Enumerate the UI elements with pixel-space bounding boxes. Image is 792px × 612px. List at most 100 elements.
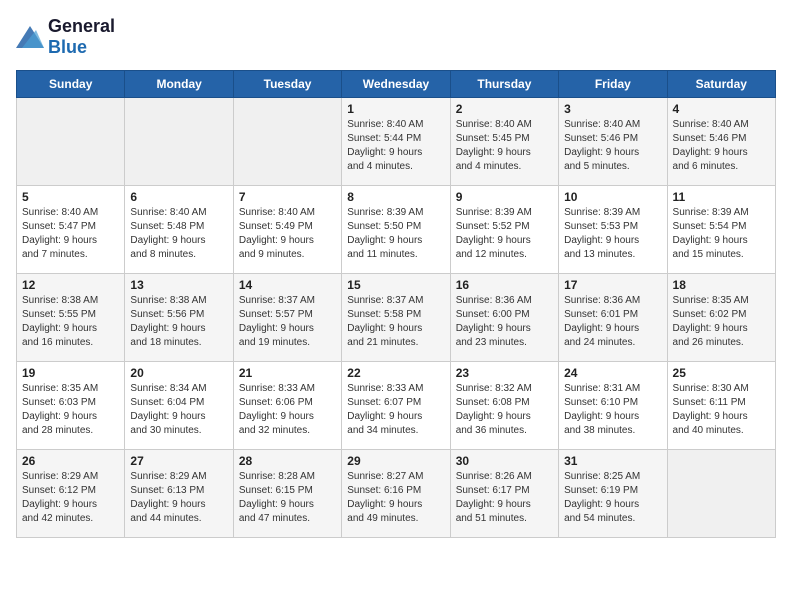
day-number: 27 <box>130 454 227 468</box>
calendar-day-cell: 26 Sunrise: 8:29 AM Sunset: 6:12 PM Dayli… <box>17 450 125 538</box>
weekday-header: Wednesday <box>342 71 450 98</box>
day-info: Sunrise: 8:30 AM Sunset: 6:11 PM Dayligh… <box>673 382 770 438</box>
weekday-header: Friday <box>559 71 667 98</box>
page-header: General Blue <box>16 16 776 58</box>
day-number: 2 <box>456 102 553 116</box>
calendar-day-cell: 3 Sunrise: 8:40 AM Sunset: 5:46 PM Daylig… <box>559 98 667 186</box>
calendar-day-cell: 13 Sunrise: 8:38 AM Sunset: 5:56 PM Dayli… <box>125 274 233 362</box>
day-number: 20 <box>130 366 227 380</box>
calendar-week-row: 19 Sunrise: 8:35 AM Sunset: 6:03 PM Dayli… <box>17 362 776 450</box>
calendar-day-cell: 10 Sunrise: 8:39 AM Sunset: 5:53 PM Dayli… <box>559 186 667 274</box>
calendar-day-cell <box>667 450 775 538</box>
day-number: 23 <box>456 366 553 380</box>
weekday-header: Thursday <box>450 71 558 98</box>
logo: General Blue <box>16 16 115 58</box>
day-number: 13 <box>130 278 227 292</box>
calendar-day-cell: 27Sunrise: 8:29 AM Sunset: 6:13 PM Dayli… <box>125 450 233 538</box>
weekday-header: Sunday <box>17 71 125 98</box>
day-number: 10 <box>564 190 661 204</box>
day-number: 26 <box>22 454 119 468</box>
calendar-day-cell <box>17 98 125 186</box>
day-info: Sunrise: 8:35 AM Sunset: 6:02 PM Dayligh… <box>673 294 770 350</box>
calendar-day-cell: 14 Sunrise: 8:37 AM Sunset: 5:57 PM Dayli… <box>233 274 341 362</box>
day-number: 30 <box>456 454 553 468</box>
day-info: Sunrise: 8:28 AM Sunset: 6:15 PM Dayligh… <box>239 470 336 526</box>
calendar-day-cell: 11Sunrise: 8:39 AM Sunset: 5:54 PM Dayli… <box>667 186 775 274</box>
day-info: Sunrise: 8:37 AM Sunset: 5:58 PM Dayligh… <box>347 294 444 350</box>
calendar-day-cell: 6Sunrise: 8:40 AM Sunset: 5:48 PM Daylig… <box>125 186 233 274</box>
day-info: Sunrise: 8:35 AM Sunset: 6:03 PM Dayligh… <box>22 382 119 438</box>
calendar-day-cell: 25 Sunrise: 8:30 AM Sunset: 6:11 PM Dayli… <box>667 362 775 450</box>
day-number: 21 <box>239 366 336 380</box>
day-number: 11 <box>673 190 770 204</box>
day-number: 19 <box>22 366 119 380</box>
calendar-day-cell: 30 Sunrise: 8:26 AM Sunset: 6:17 PM Dayli… <box>450 450 558 538</box>
day-info: Sunrise: 8:40 AM Sunset: 5:49 PM Dayligh… <box>239 206 336 262</box>
calendar-day-cell: 1 Sunrise: 8:40 AM Sunset: 5:44 PM Daylig… <box>342 98 450 186</box>
day-info: Sunrise: 8:38 AM Sunset: 5:55 PM Dayligh… <box>22 294 119 350</box>
day-info: Sunrise: 8:34 AM Sunset: 6:04 PM Dayligh… <box>130 382 227 438</box>
calendar-day-cell: 20 Sunrise: 8:34 AM Sunset: 6:04 PM Dayli… <box>125 362 233 450</box>
calendar-day-cell: 22 Sunrise: 8:33 AM Sunset: 6:07 PM Dayli… <box>342 362 450 450</box>
day-number: 1 <box>347 102 444 116</box>
day-number: 28 <box>239 454 336 468</box>
calendar-day-cell: 28 Sunrise: 8:28 AM Sunset: 6:15 PM Dayli… <box>233 450 341 538</box>
calendar-week-row: 1 Sunrise: 8:40 AM Sunset: 5:44 PM Daylig… <box>17 98 776 186</box>
calendar-day-cell: 5Sunrise: 8:40 AM Sunset: 5:47 PM Daylig… <box>17 186 125 274</box>
day-info: Sunrise: 8:38 AM Sunset: 5:56 PM Dayligh… <box>130 294 227 350</box>
day-number: 3 <box>564 102 661 116</box>
day-number: 24 <box>564 366 661 380</box>
day-number: 18 <box>673 278 770 292</box>
day-number: 12 <box>22 278 119 292</box>
calendar-day-cell: 7 Sunrise: 8:40 AM Sunset: 5:49 PM Daylig… <box>233 186 341 274</box>
weekday-row: SundayMondayTuesdayWednesdayThursdayFrid… <box>17 71 776 98</box>
weekday-header: Tuesday <box>233 71 341 98</box>
calendar-day-cell: 18 Sunrise: 8:35 AM Sunset: 6:02 PM Dayli… <box>667 274 775 362</box>
calendar-week-row: 12 Sunrise: 8:38 AM Sunset: 5:55 PM Dayli… <box>17 274 776 362</box>
calendar-day-cell: 24Sunrise: 8:31 AM Sunset: 6:10 PM Dayli… <box>559 362 667 450</box>
calendar-day-cell: 21 Sunrise: 8:33 AM Sunset: 6:06 PM Dayli… <box>233 362 341 450</box>
day-number: 22 <box>347 366 444 380</box>
day-number: 15 <box>347 278 444 292</box>
logo-blue: Blue <box>48 37 87 57</box>
day-info: Sunrise: 8:26 AM Sunset: 6:17 PM Dayligh… <box>456 470 553 526</box>
day-number: 25 <box>673 366 770 380</box>
day-info: Sunrise: 8:40 AM Sunset: 5:46 PM Dayligh… <box>673 118 770 174</box>
calendar-day-cell: 23Sunrise: 8:32 AM Sunset: 6:08 PM Dayli… <box>450 362 558 450</box>
day-number: 29 <box>347 454 444 468</box>
calendar-day-cell <box>233 98 341 186</box>
day-info: Sunrise: 8:39 AM Sunset: 5:50 PM Dayligh… <box>347 206 444 262</box>
calendar-day-cell: 29 Sunrise: 8:27 AM Sunset: 6:16 PM Dayli… <box>342 450 450 538</box>
day-info: Sunrise: 8:39 AM Sunset: 5:52 PM Dayligh… <box>456 206 553 262</box>
day-number: 5 <box>22 190 119 204</box>
day-info: Sunrise: 8:33 AM Sunset: 6:06 PM Dayligh… <box>239 382 336 438</box>
day-number: 16 <box>456 278 553 292</box>
day-number: 7 <box>239 190 336 204</box>
calendar-week-row: 5Sunrise: 8:40 AM Sunset: 5:47 PM Daylig… <box>17 186 776 274</box>
calendar-day-cell: 19 Sunrise: 8:35 AM Sunset: 6:03 PM Dayli… <box>17 362 125 450</box>
day-number: 8 <box>347 190 444 204</box>
day-info: Sunrise: 8:40 AM Sunset: 5:45 PM Dayligh… <box>456 118 553 174</box>
day-number: 6 <box>130 190 227 204</box>
day-number: 14 <box>239 278 336 292</box>
day-info: Sunrise: 8:40 AM Sunset: 5:46 PM Dayligh… <box>564 118 661 174</box>
day-info: Sunrise: 8:37 AM Sunset: 5:57 PM Dayligh… <box>239 294 336 350</box>
day-number: 31 <box>564 454 661 468</box>
calendar-day-cell: 17Sunrise: 8:36 AM Sunset: 6:01 PM Dayli… <box>559 274 667 362</box>
calendar-day-cell <box>125 98 233 186</box>
calendar-day-cell: 2 Sunrise: 8:40 AM Sunset: 5:45 PM Daylig… <box>450 98 558 186</box>
calendar-day-cell: 12 Sunrise: 8:38 AM Sunset: 5:55 PM Dayli… <box>17 274 125 362</box>
day-info: Sunrise: 8:39 AM Sunset: 5:53 PM Dayligh… <box>564 206 661 262</box>
logo-general: General <box>48 16 115 36</box>
logo-icon <box>16 26 44 48</box>
day-info: Sunrise: 8:40 AM Sunset: 5:44 PM Dayligh… <box>347 118 444 174</box>
weekday-header: Monday <box>125 71 233 98</box>
day-info: Sunrise: 8:27 AM Sunset: 6:16 PM Dayligh… <box>347 470 444 526</box>
calendar-header: SundayMondayTuesdayWednesdayThursdayFrid… <box>17 71 776 98</box>
calendar-table: SundayMondayTuesdayWednesdayThursdayFrid… <box>16 70 776 538</box>
calendar-day-cell: 15 Sunrise: 8:37 AM Sunset: 5:58 PM Dayli… <box>342 274 450 362</box>
day-info: Sunrise: 8:29 AM Sunset: 6:12 PM Dayligh… <box>22 470 119 526</box>
calendar-week-row: 26 Sunrise: 8:29 AM Sunset: 6:12 PM Dayli… <box>17 450 776 538</box>
day-info: Sunrise: 8:33 AM Sunset: 6:07 PM Dayligh… <box>347 382 444 438</box>
day-info: Sunrise: 8:36 AM Sunset: 6:01 PM Dayligh… <box>564 294 661 350</box>
